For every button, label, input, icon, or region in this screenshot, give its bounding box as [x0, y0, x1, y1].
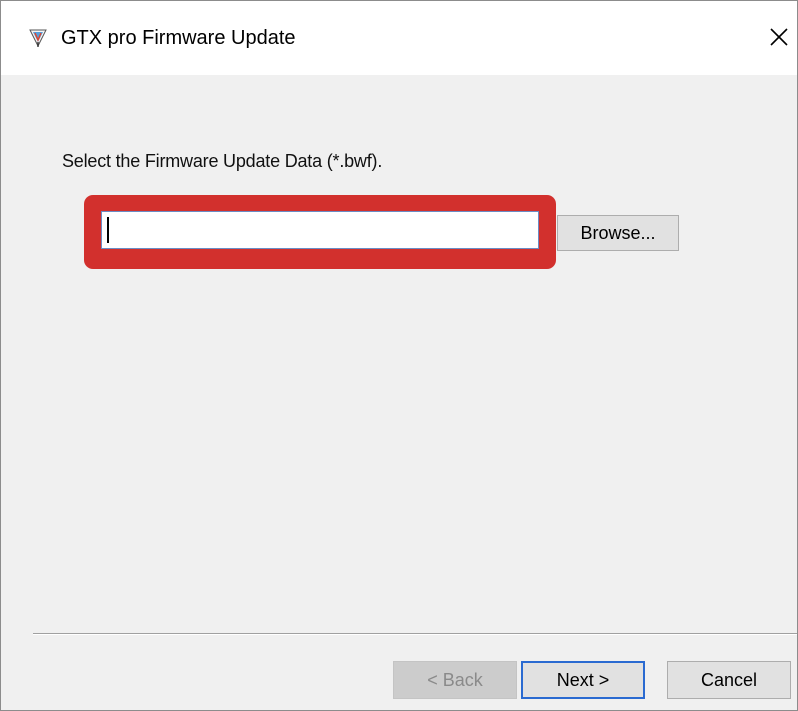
back-button[interactable]: < Back [393, 661, 517, 699]
close-icon [770, 28, 788, 46]
text-caret [107, 217, 109, 243]
next-button[interactable]: Next > [521, 661, 645, 699]
firmware-file-path-input[interactable] [101, 211, 539, 249]
footer-separator [33, 633, 797, 635]
firmware-update-window: GTX pro Firmware Update Select the Firmw… [0, 0, 798, 711]
instruction-text: Select the Firmware Update Data (*.bwf). [62, 151, 383, 171]
window-title: GTX pro Firmware Update [61, 27, 296, 49]
close-button[interactable] [761, 19, 797, 55]
title-bar: GTX pro Firmware Update [1, 1, 797, 75]
wizard-content: Select the Firmware Update Data (*.bwf).… [1, 75, 797, 710]
browse-button[interactable]: Browse... [557, 215, 679, 251]
cancel-button[interactable]: Cancel [667, 661, 791, 699]
pen-app-icon [29, 29, 47, 48]
